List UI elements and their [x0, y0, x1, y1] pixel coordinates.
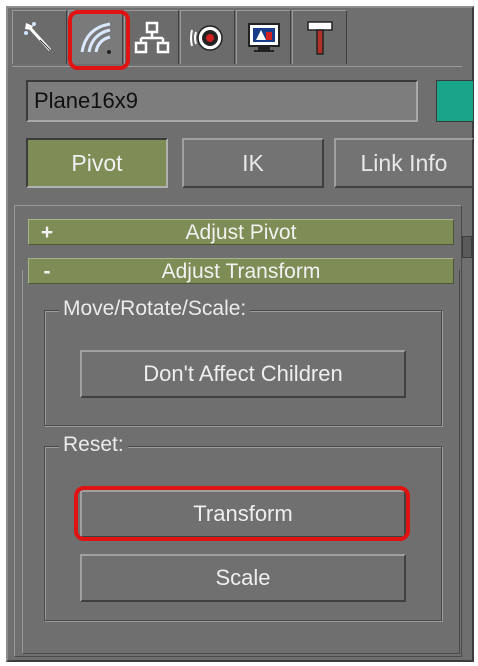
tab-utilities[interactable] [292, 10, 347, 64]
highlight-modify-tab [68, 10, 130, 70]
tab-motion[interactable] [180, 10, 235, 64]
tab-create[interactable] [12, 10, 67, 64]
reset-scale-button[interactable]: Scale [80, 554, 406, 602]
tab-display[interactable] [236, 10, 291, 64]
rollout-adjust-pivot-header[interactable]: + Adjust Pivot [28, 219, 454, 245]
utilities-hammer-icon [306, 20, 333, 55]
object-name-field[interactable]: Plane16x9 [26, 80, 418, 122]
group-label: Move/Rotate/Scale: [59, 295, 251, 323]
group-label: Reset: [59, 431, 128, 459]
rollout-title: Adjust Pivot [185, 221, 297, 244]
command-panel-tabs [12, 10, 348, 68]
display-icon [247, 22, 280, 52]
hierarchy-icon [134, 21, 169, 53]
rollout-title: Adjust Transform [161, 260, 321, 283]
object-color-swatch[interactable] [436, 80, 474, 122]
link-info-button[interactable]: Link Info [334, 138, 474, 188]
highlight-transform-button [74, 486, 410, 541]
rollout-scrollbar[interactable] [462, 236, 472, 656]
create-icon [23, 21, 51, 51]
pivot-button[interactable]: Pivot [26, 138, 168, 188]
motion-icon [189, 24, 223, 51]
dont-affect-children-button[interactable]: Don't Affect Children [80, 350, 406, 398]
rollout-scroll-thumb[interactable] [462, 236, 472, 258]
tab-hierarchy[interactable] [124, 10, 179, 64]
rollout-adjust-transform-header[interactable]: - Adjust Transform [28, 258, 454, 284]
ik-button[interactable]: IK [182, 138, 324, 188]
